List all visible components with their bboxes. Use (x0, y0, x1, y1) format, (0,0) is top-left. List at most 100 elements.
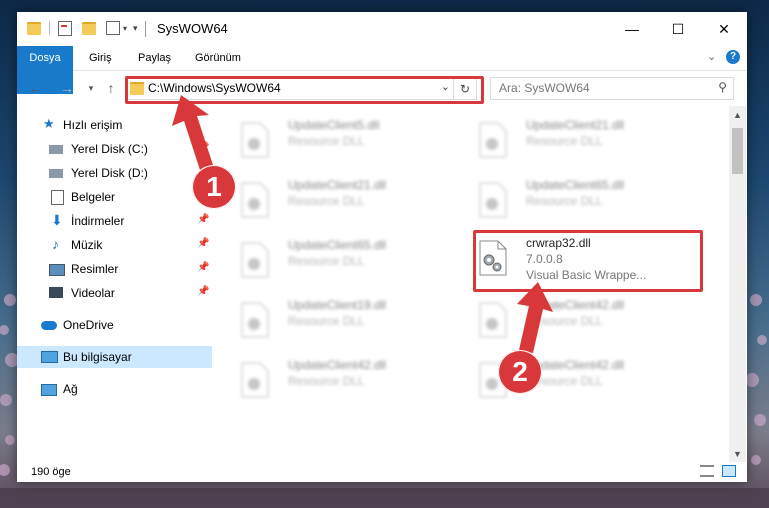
navigation-pane: ★ Hızlı erişim Yerel Disk (C:) 📌 Yerel D… (17, 106, 212, 462)
nav-item-label: OneDrive (63, 318, 114, 332)
dll-file-icon (479, 302, 507, 338)
file-type: Resource DLL (288, 134, 365, 148)
maximize-button[interactable]: ☐ (655, 12, 701, 46)
file-item[interactable]: UpdateClient42.dll Resource DLL (470, 296, 690, 344)
address-highlight-box (125, 76, 484, 104)
scroll-up-icon[interactable]: ▲ (729, 106, 746, 123)
nav-item-label: Ağ (63, 382, 78, 396)
file-item[interactable]: UpdateClient65.dll Resource DLL (470, 176, 690, 224)
search-input[interactable]: Ara: SysWOW64 ⚲ (490, 77, 734, 100)
file-item[interactable]: UpdateClient5.dll Resource DLL (232, 116, 452, 164)
nav-item-label: Hızlı erişim (63, 118, 123, 132)
scroll-down-icon[interactable]: ▼ (729, 445, 746, 462)
file-type: Resource DLL (526, 314, 603, 328)
recent-locations-icon[interactable]: ▾ (81, 78, 101, 98)
nav-item-network[interactable]: Ağ (17, 378, 212, 400)
scrollbar-thumb[interactable] (732, 128, 743, 174)
nav-item-documents[interactable]: Belgeler (17, 186, 212, 208)
help-icon[interactable]: ? (726, 50, 740, 64)
tab-view[interactable]: Görünüm (195, 46, 241, 70)
dll-file-icon (241, 362, 269, 398)
dll-file-icon (241, 182, 269, 218)
file-type: Resource DLL (526, 194, 603, 208)
file-type: Resource DLL (288, 314, 365, 328)
tab-share[interactable]: Paylaş (138, 46, 171, 70)
file-item[interactable]: UpdateClient42.dll Resource DLL (232, 356, 452, 404)
nav-item-quick-access[interactable]: ★ Hızlı erişim (17, 114, 212, 136)
properties-icon[interactable] (58, 20, 72, 36)
nav-item-this-pc[interactable]: Bu bilgisayar (17, 346, 212, 368)
pictures-icon (49, 264, 65, 276)
file-name: UpdateClient65.dll (526, 178, 625, 192)
nav-item-pictures[interactable]: Resimler 📌 (17, 258, 212, 280)
file-name: UpdateClient19.dll (288, 298, 387, 312)
drive-icon (49, 169, 63, 178)
file-type: Resource DLL (526, 134, 603, 148)
file-name: UpdateClient65.dll (288, 238, 387, 252)
nav-item-label: Yerel Disk (C:) (71, 142, 148, 156)
network-icon (41, 384, 57, 396)
tab-home[interactable]: Giriş (89, 46, 112, 70)
video-icon (49, 287, 63, 298)
nav-item-videos[interactable]: Videolar 📌 (17, 282, 212, 304)
nav-item-onedrive[interactable]: OneDrive (17, 314, 212, 336)
file-item[interactable]: UpdateClient19.dll Resource DLL (232, 296, 452, 344)
cloud-icon (41, 321, 57, 330)
download-icon: ⬇ (51, 212, 63, 228)
nav-item-label: Bu bilgisayar (63, 350, 132, 364)
file-name: UpdateClient21.dll (288, 178, 387, 192)
file-type: Resource DLL (288, 194, 365, 208)
status-bar: 190 öge (17, 462, 747, 482)
step-callout-2: 2 (498, 350, 542, 394)
folder-icon (27, 21, 41, 35)
nav-item-label: İndirmeler (71, 214, 125, 228)
title-divider (145, 21, 146, 37)
up-arrow-icon[interactable]: ↑ (101, 78, 121, 98)
computer-icon (41, 351, 58, 363)
file-item[interactable]: UpdateClient65.dll Resource DLL (232, 236, 452, 284)
nav-item-label: Müzik (71, 238, 103, 252)
quick-access-toolbar: ▾ ▾ (27, 19, 138, 37)
minimize-button[interactable]: — (609, 12, 655, 46)
details-view-icon[interactable] (700, 465, 714, 477)
toolbar-divider (49, 21, 50, 35)
search-placeholder: Ara: SysWOW64 (499, 81, 590, 95)
back-arrow-icon[interactable]: ← (25, 78, 45, 98)
file-item[interactable]: UpdateClient21.dll Resource DLL (232, 176, 452, 224)
step-callout-1: 1 (192, 165, 236, 209)
nav-item-downloads[interactable]: ⬇ İndirmeler 📌 (17, 210, 212, 232)
file-item[interactable]: UpdateClient21.dll Resource DLL (470, 116, 690, 164)
pin-icon: 📌 (197, 262, 210, 273)
ribbon-expand-icon[interactable]: ⌄ (707, 50, 716, 63)
dll-file-icon (241, 122, 269, 158)
title-bar: ▾ ▾ SysWOW64 — ☐ ✕ (17, 12, 747, 46)
pin-icon: 📌 (197, 214, 210, 225)
nav-item-label: Yerel Disk (D:) (71, 166, 148, 180)
nav-item-disk-d[interactable]: Yerel Disk (D:) (17, 162, 212, 184)
file-name: UpdateClient21.dll (526, 118, 625, 132)
file-name: UpdateClient5.dll (288, 118, 380, 132)
large-icons-view-icon[interactable] (722, 465, 736, 477)
nav-item-disk-c[interactable]: Yerel Disk (C:) 📌 (17, 138, 212, 160)
view-options-icon[interactable] (106, 21, 120, 35)
pin-icon: 📌 (197, 238, 210, 249)
forward-arrow-icon[interactable]: → (57, 78, 77, 98)
dll-file-icon (241, 302, 269, 338)
close-button[interactable]: ✕ (701, 12, 747, 46)
chevron-down-icon[interactable]: ▾ (123, 24, 127, 33)
new-folder-icon[interactable] (82, 21, 96, 35)
pin-icon: 📌 (197, 286, 210, 297)
customize-toolbar-icon[interactable]: ▾ (133, 23, 138, 34)
star-icon: ★ (43, 116, 55, 131)
documents-icon (51, 190, 64, 205)
explorer-window: ▾ ▾ SysWOW64 — ☐ ✕ Dosya Giriş Paylaş Gö… (17, 12, 747, 482)
item-count: 190 öge (31, 466, 71, 478)
file-name: UpdateClient42.dll (526, 298, 625, 312)
music-icon: ♪ (52, 236, 59, 252)
drive-icon (49, 145, 63, 154)
search-icon[interactable]: ⚲ (718, 80, 727, 94)
nav-item-music[interactable]: ♪ Müzik 📌 (17, 234, 212, 256)
vertical-scrollbar[interactable]: ▲ ▼ (729, 106, 746, 462)
file-name: UpdateClient42.dll (288, 358, 387, 372)
dll-file-icon (479, 182, 507, 218)
